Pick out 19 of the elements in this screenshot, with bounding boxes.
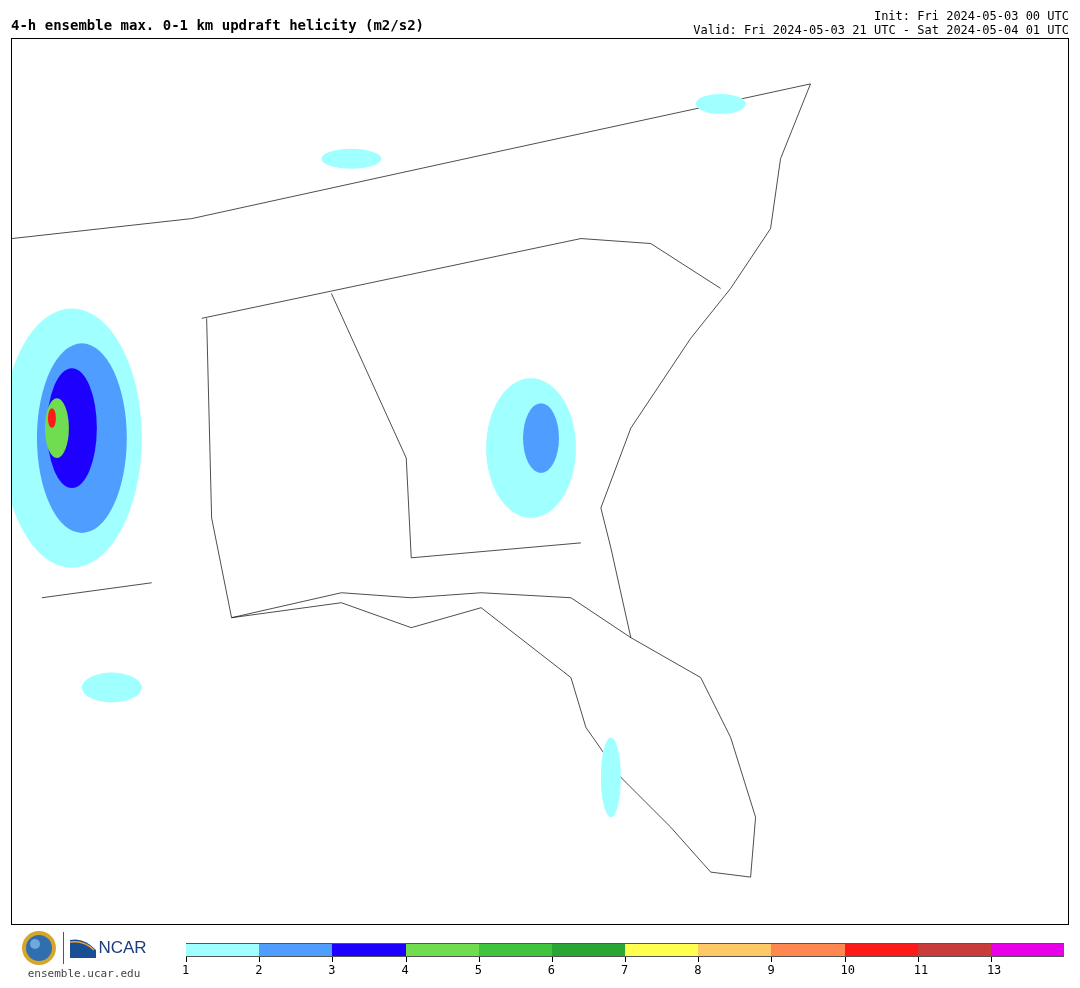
scale-label: 8 [694,963,702,977]
init-time: Init: Fri 2024-05-03 00 UTC [873,9,1069,23]
scale-label: 1 [182,963,190,977]
globe-emblem-icon [21,930,58,966]
scale-label: 5 [474,963,482,977]
scale-label: 7 [621,963,629,977]
logo-text: NCAR [98,938,147,958]
scale-label: 11 [913,963,929,977]
scale-label: 13 [986,963,1002,977]
scale-label: 2 [255,963,263,977]
scale-label: 4 [401,963,409,977]
scale-label: 10 [840,963,855,977]
valid-time: Valid: Fri 2024-05-03 21 UTC - Sat 2024-05-04 01 UTC [693,23,1069,37]
chart-title: 4-h ensemble max. 0-1 km updraft helicity (m2/s2) [11,17,424,35]
site-url: ensemble.ucar.edu [27,967,141,980]
scale-label: 9 [767,963,775,977]
scale-label: 6 [547,963,556,977]
scale-label: 3 [328,963,336,977]
swoosh-icon [70,938,97,958]
